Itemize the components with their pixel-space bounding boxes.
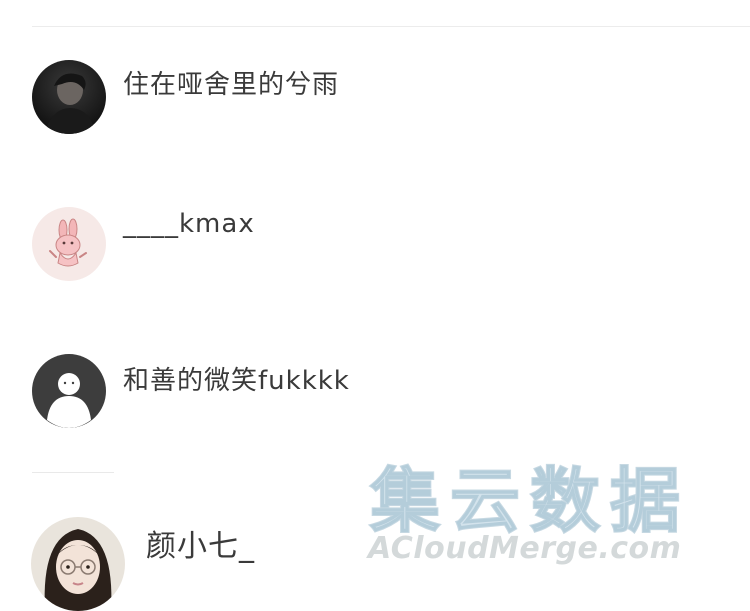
top-divider <box>32 26 750 27</box>
username[interactable]: 颜小七_ <box>146 521 255 565</box>
username[interactable]: 住在哑舍里的兮雨 <box>123 64 339 101</box>
section-divider <box>32 472 114 473</box>
user-list-item[interactable]: ____kmax <box>0 205 750 285</box>
pink-rabbit-avatar-icon[interactable] <box>32 207 106 281</box>
girl-with-glasses-avatar-icon[interactable] <box>31 517 125 611</box>
user-list-item[interactable]: 住在哑舍里的兮雨 <box>0 58 750 138</box>
user-list-item[interactable]: 和善的微笑fukkkk <box>0 352 750 432</box>
user-list-item[interactable]: 颜小七_ <box>0 515 750 611</box>
username[interactable]: 和善的微笑fukkkk <box>123 360 350 397</box>
dark-portrait-avatar-icon[interactable] <box>32 60 106 134</box>
username[interactable]: ____kmax <box>123 209 255 239</box>
default-user-avatar-icon[interactable] <box>32 354 106 428</box>
